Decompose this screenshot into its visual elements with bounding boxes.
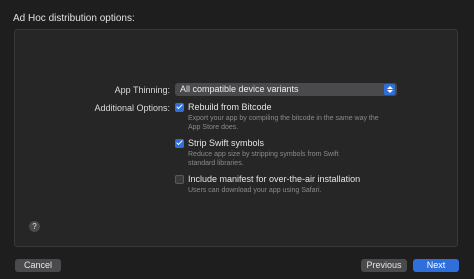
rebuild-bitcode-desc-1: Export your app by compiling the bitcode… (188, 115, 379, 122)
additional-options-label: Additional Options: (94, 103, 170, 113)
help-button[interactable]: ? (29, 221, 40, 232)
previous-button[interactable]: Previous (361, 259, 407, 272)
next-button[interactable]: Next (413, 259, 459, 272)
strip-swift-title: Strip Swift symbols (188, 138, 265, 148)
question-mark-icon: ? (32, 222, 37, 231)
dialog-title: Ad Hoc distribution options: (13, 13, 135, 24)
include-manifest-checkbox[interactable] (175, 175, 184, 184)
strip-swift-desc-2: standard libraries. (188, 160, 244, 167)
app-thinning-value: All compatible device variants (180, 84, 299, 94)
app-thinning-label: App Thinning: (114, 85, 170, 95)
app-thinning-popup[interactable]: All compatible device variants (175, 83, 397, 96)
cancel-button[interactable]: Cancel (15, 259, 61, 272)
checkmark-icon (176, 138, 183, 146)
strip-swift-checkbox[interactable] (175, 138, 184, 148)
checkmark-icon (176, 102, 183, 110)
strip-swift-desc-1: Reduce app size by stripping symbols fro… (188, 151, 339, 158)
include-manifest-desc: Users can download your app using Safari… (188, 187, 322, 194)
rebuild-bitcode-title: Rebuild from Bitcode (188, 102, 272, 112)
rebuild-bitcode-desc-2: App Store does. (188, 124, 239, 131)
rebuild-bitcode-checkbox[interactable] (175, 102, 184, 112)
popup-chevrons-icon (384, 84, 395, 95)
include-manifest-title: Include manifest for over-the-air instal… (188, 174, 361, 184)
